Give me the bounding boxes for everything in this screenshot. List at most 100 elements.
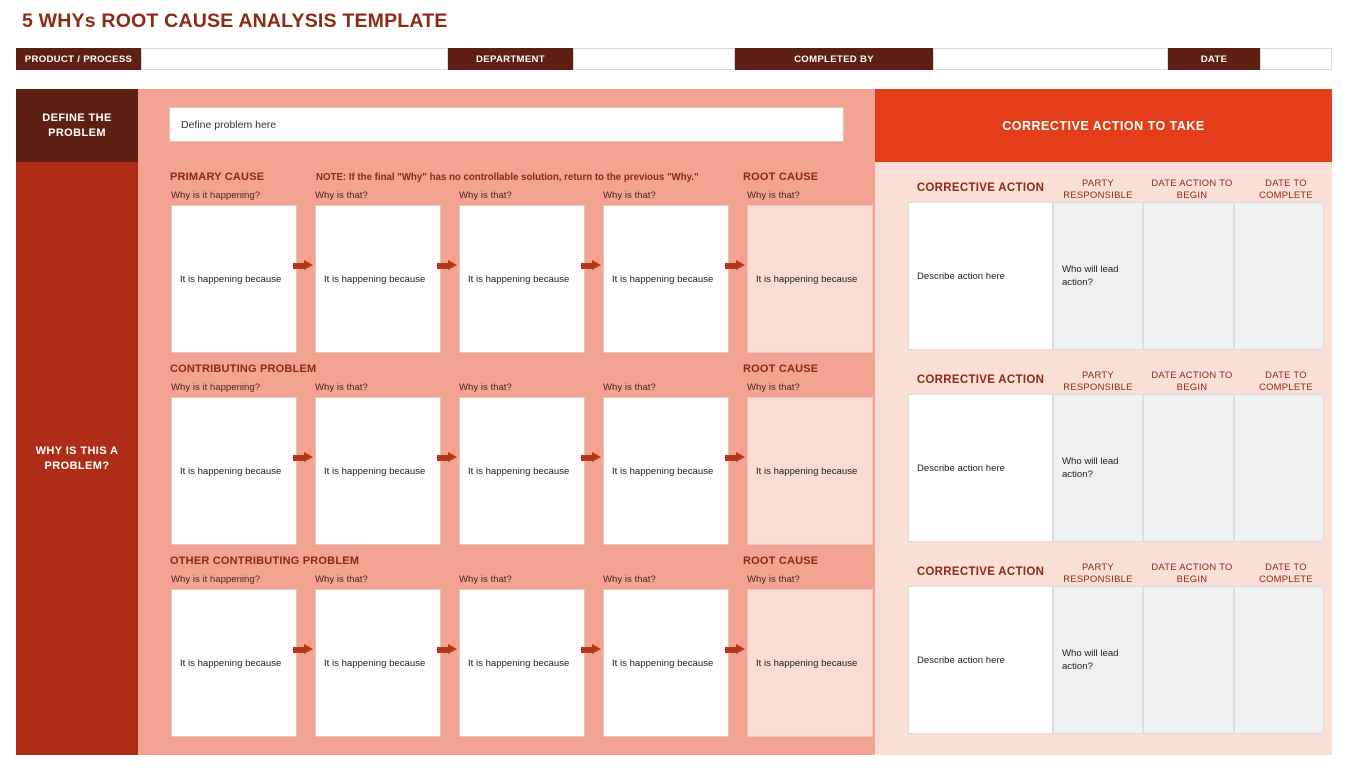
root-cause-input[interactable]: It is happening because xyxy=(747,205,873,353)
root-cause-label: ROOT CAUSE xyxy=(743,171,818,183)
why-input[interactable]: It is happening because xyxy=(459,397,585,545)
root-cause-label: ROOT CAUSE xyxy=(743,363,818,375)
party-responsible-input[interactable]: Who will lead action? xyxy=(1053,394,1143,542)
action-column-headers: CORRECTIVE ACTION PARTY RESPONSIBLE DATE… xyxy=(875,162,1332,202)
why-cell: Why is that? It is happening because xyxy=(459,382,585,545)
why-panel: PRIMARY CAUSE NOTE: If the final "Why" h… xyxy=(138,162,875,755)
action-row: CORRECTIVE ACTION PARTY RESPONSIBLE DATE… xyxy=(875,354,1332,546)
why-cell-root: Why is that? It is happening because xyxy=(747,574,873,737)
why-input[interactable]: It is happening because xyxy=(459,589,585,737)
action-cells: Describe action here Who will lead actio… xyxy=(908,394,1324,542)
why-input[interactable]: It is happening because xyxy=(315,205,441,353)
flow-arrow-icon xyxy=(581,644,601,655)
why-row: PRIMARY CAUSE NOTE: If the final "Why" h… xyxy=(138,162,875,354)
meta-field-date[interactable] xyxy=(1260,48,1332,70)
date-action-to-begin-input[interactable] xyxy=(1143,202,1233,350)
analysis-board: DEFINE THE PROBLEM WHY IS THIS A PROBLEM… xyxy=(16,89,1332,755)
why-input[interactable]: It is happening because xyxy=(459,205,585,353)
corrective-action-input[interactable]: Describe action here xyxy=(908,586,1053,734)
meta-label-date: DATE xyxy=(1168,48,1260,70)
action-header-corrective-action: CORRECTIVE ACTION xyxy=(908,182,1053,194)
action-cells: Describe action here Who will lead actio… xyxy=(908,202,1324,350)
flow-arrow-icon xyxy=(725,644,745,655)
why-input[interactable]: It is happening because xyxy=(603,205,729,353)
action-header-date-action-to-begin: DATE ACTION TO BEGIN xyxy=(1143,177,1241,200)
why-question: Why is that? xyxy=(747,382,873,393)
why-cell-root: Why is that? It is happening because xyxy=(747,382,873,545)
meta-field-product-process[interactable] xyxy=(141,48,448,70)
why-cell: Why is it happening? It is happening bec… xyxy=(171,574,297,737)
why-cell: Why is that? It is happening because xyxy=(315,190,441,353)
action-header-date-action-to-begin: DATE ACTION TO BEGIN xyxy=(1143,561,1241,584)
why-cell: Why is that? It is happening because xyxy=(603,382,729,545)
why-input[interactable]: It is happening because xyxy=(603,397,729,545)
why-cell: Why is that? It is happening because xyxy=(459,190,585,353)
action-header-corrective-action: CORRECTIVE ACTION xyxy=(908,566,1053,578)
why-question: Why is that? xyxy=(315,574,441,585)
why-input[interactable]: It is happening because xyxy=(171,397,297,545)
date-to-complete-input[interactable] xyxy=(1234,394,1324,542)
flow-arrow-icon xyxy=(437,644,457,655)
why-question: Why is that? xyxy=(603,574,729,585)
why-input[interactable]: It is happening because xyxy=(171,589,297,737)
flow-arrow-icon xyxy=(581,260,601,271)
flow-arrow-icon xyxy=(725,260,745,271)
left-spine: DEFINE THE PROBLEM WHY IS THIS A PROBLEM… xyxy=(16,89,138,755)
why-cell: Why is it happening? It is happening bec… xyxy=(171,382,297,545)
flow-arrow-icon xyxy=(293,644,313,655)
why-question: Why is it happening? xyxy=(171,382,297,393)
why-input[interactable]: It is happening because xyxy=(315,589,441,737)
flow-arrow-icon xyxy=(725,452,745,463)
action-header-party-responsible: PARTY RESPONSIBLE xyxy=(1053,177,1143,200)
action-header-corrective-action: CORRECTIVE ACTION xyxy=(908,374,1053,386)
why-input[interactable]: It is happening because xyxy=(315,397,441,545)
action-header-date-action-to-begin: DATE ACTION TO BEGIN xyxy=(1143,369,1241,392)
problem-strip: Define problem here xyxy=(138,89,875,162)
corrective-action-input[interactable]: Describe action here xyxy=(908,202,1053,350)
why-question: Why is that? xyxy=(747,574,873,585)
meta-bar: PRODUCT / PROCESS DEPARTMENT COMPLETED B… xyxy=(16,48,1332,70)
why-cell: Why is that? It is happening because xyxy=(315,574,441,737)
why-input[interactable]: It is happening because xyxy=(171,205,297,353)
action-header-date-to-complete: DATE TO COMPLETE xyxy=(1241,369,1331,392)
why-row: OTHER CONTRIBUTING PROBLEM ROOT CAUSE Wh… xyxy=(138,546,875,755)
party-responsible-input[interactable]: Who will lead action? xyxy=(1053,586,1143,734)
date-to-complete-input[interactable] xyxy=(1234,202,1324,350)
why-question: Why is that? xyxy=(603,382,729,393)
why-question: Why is it happening? xyxy=(171,574,297,585)
why-question: Why is that? xyxy=(315,190,441,201)
why-cell: Why is that? It is happening because xyxy=(603,574,729,737)
page-title: 5 WHYs ROOT CAUSE ANALYSIS TEMPLATE xyxy=(22,10,448,33)
date-action-to-begin-input[interactable] xyxy=(1143,394,1233,542)
define-problem-input[interactable]: Define problem here xyxy=(169,107,844,142)
flow-arrow-icon xyxy=(293,260,313,271)
root-cause-input[interactable]: It is happening because xyxy=(747,397,873,545)
why-cell: Why is it happening? It is happening bec… xyxy=(171,190,297,353)
action-row: CORRECTIVE ACTION PARTY RESPONSIBLE DATE… xyxy=(875,162,1332,354)
root-cause-label: ROOT CAUSE xyxy=(743,555,818,567)
corrective-action-input[interactable]: Describe action here xyxy=(908,394,1053,542)
why-cell: Why is that? It is happening because xyxy=(459,574,585,737)
meta-label-completed-by: COMPLETED BY xyxy=(735,48,933,70)
party-responsible-input[interactable]: Who will lead action? xyxy=(1053,202,1143,350)
row-title: CONTRIBUTING PROBLEM xyxy=(170,363,316,375)
row-title: PRIMARY CAUSE xyxy=(170,171,264,183)
row-title: OTHER CONTRIBUTING PROBLEM xyxy=(170,555,359,567)
flow-arrow-icon xyxy=(293,452,313,463)
meta-field-department[interactable] xyxy=(573,48,735,70)
why-cell: Why is that? It is happening because xyxy=(603,190,729,353)
why-input[interactable]: It is happening because xyxy=(603,589,729,737)
meta-field-completed-by[interactable] xyxy=(933,48,1168,70)
action-header-date-to-complete: DATE TO COMPLETE xyxy=(1241,177,1331,200)
corrective-action-header: CORRECTIVE ACTION TO TAKE xyxy=(875,89,1332,162)
root-cause-input[interactable]: It is happening because xyxy=(747,589,873,737)
date-action-to-begin-input[interactable] xyxy=(1143,586,1233,734)
action-header-party-responsible: PARTY RESPONSIBLE xyxy=(1053,561,1143,584)
why-question: Why is that? xyxy=(603,190,729,201)
why-question: Why is that? xyxy=(459,382,585,393)
why-cell: Why is that? It is happening because xyxy=(315,382,441,545)
why-note: NOTE: If the final "Why" has no controll… xyxy=(316,172,699,183)
date-to-complete-input[interactable] xyxy=(1234,586,1324,734)
why-question: Why is that? xyxy=(459,190,585,201)
why-question: Why is that? xyxy=(747,190,873,201)
